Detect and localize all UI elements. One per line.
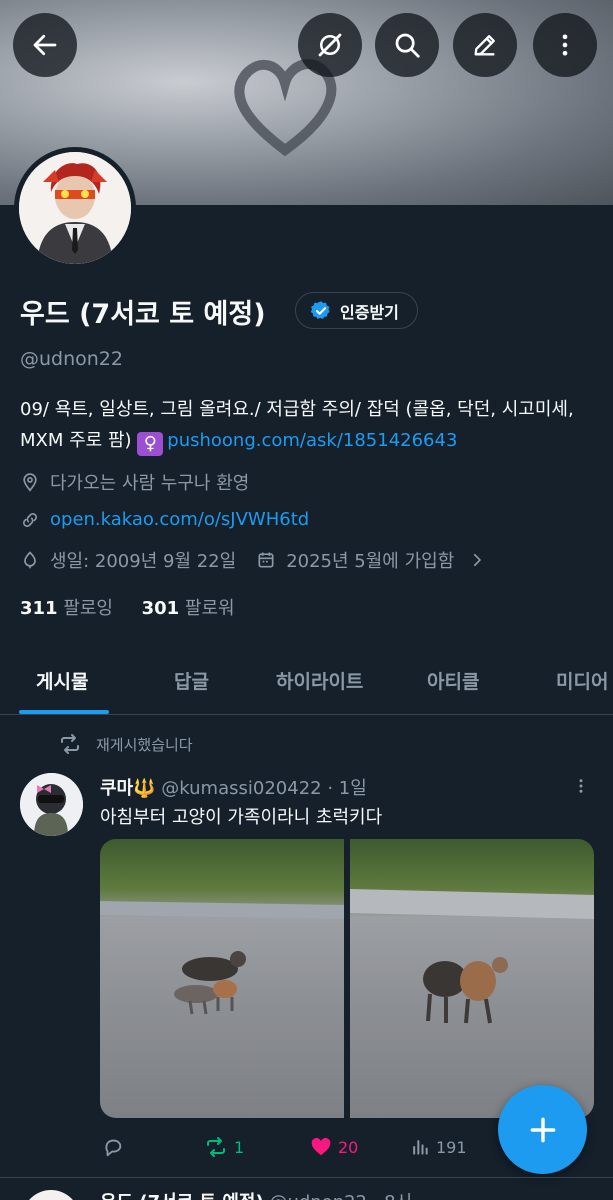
get-verified-label: 인증받기: [340, 302, 399, 322]
female-symbol-icon: ♀: [137, 432, 164, 456]
cat-photo-2[interactable]: [350, 839, 594, 1118]
follow-stats: 311 팔로잉 301 팔로워: [20, 594, 235, 620]
post-media[interactable]: [100, 839, 594, 1118]
retweet-button[interactable]: 1: [204, 1133, 244, 1161]
bio-link[interactable]: pushoong.com/ask/1851426643: [167, 430, 457, 451]
link-icon: [23, 512, 37, 527]
birthday-text: 생일: 2009년 9월 22일: [50, 551, 237, 572]
tab-posts[interactable]: 게시물: [36, 667, 88, 694]
location-icon: [23, 473, 37, 492]
tab-media[interactable]: 미디어: [556, 667, 608, 694]
post-more-button[interactable]: [572, 776, 590, 800]
tab-replies[interactable]: 답글: [174, 667, 209, 694]
views-count: 191: [436, 1137, 467, 1157]
more-icon: [562, 34, 568, 56]
followers-label: 팔로워: [184, 598, 235, 619]
calendar-icon: [258, 552, 274, 568]
next-post-author[interactable]: 우드 (7서코 토 예정): [100, 1192, 264, 1200]
post-text: 아침부터 고양이 가족이라니 초럭키다: [100, 807, 383, 828]
profile-bio: 09/ 욕트, 일상트, 그림 올려요./ 저급함 주의/ 잡덕 (콜옵, 닥던…: [20, 394, 600, 456]
followers-link[interactable]: 301 팔로워: [142, 598, 235, 619]
edit-button[interactable]: [453, 13, 517, 77]
repost-indicator: 재게시했습니다: [58, 732, 193, 756]
chevron-right-icon[interactable]: [468, 551, 486, 569]
search-icon: [395, 33, 420, 58]
like-button[interactable]: 20: [310, 1133, 358, 1161]
edit-icon: [474, 35, 495, 56]
back-icon: [33, 34, 57, 56]
views-button[interactable]: 191: [410, 1133, 467, 1161]
grok-icon: [318, 33, 342, 57]
birthday-join-row: 생일: 2009년 9월 22일 2025년 5월에 가입함: [20, 547, 486, 573]
tab-highlights[interactable]: 하이라이트: [276, 667, 363, 694]
retweet-icon: [207, 1137, 225, 1157]
joined-text: 2025년 5월에 가입함: [286, 551, 455, 572]
more-icon: [579, 779, 583, 793]
compose-post-button[interactable]: [498, 1085, 587, 1174]
tab-articles[interactable]: 아티클: [427, 667, 479, 694]
birthday-icon: [24, 551, 36, 569]
followers-count: 301: [141, 598, 180, 619]
verified-icon: [310, 300, 330, 319]
website-link[interactable]: open.kakao.com/o/sJVWH6td: [50, 509, 309, 530]
back-button[interactable]: [13, 13, 77, 77]
profile-tabs: 게시물 답글 하이라이트 아티클 미디어: [0, 652, 613, 715]
more-options-button[interactable]: [533, 13, 597, 77]
post-avatar-illustration: [20, 773, 83, 836]
cats-illustration-2: [350, 889, 594, 1024]
active-tab-indicator: [19, 710, 109, 714]
following-count: 311: [20, 598, 58, 619]
cats-illustration-1: [100, 901, 344, 1015]
following-label: 팔로잉: [63, 598, 113, 619]
repost-label: 재게시했습니다: [96, 735, 193, 754]
search-button[interactable]: [375, 13, 439, 77]
post-author-name[interactable]: 쿠마🔱: [100, 778, 156, 799]
avatar-illustration: [19, 152, 131, 264]
like-count: 20: [338, 1137, 359, 1157]
location-row: 다가오는 사람 누구나 환영: [20, 469, 249, 495]
profile-avatar[interactable]: [14, 147, 136, 269]
cat-photo-1[interactable]: [100, 839, 344, 1118]
next-post-header: 우드 (7서코 토 예정) @udnon22 · 8시: [100, 1188, 412, 1200]
reply-icon: [105, 1139, 122, 1157]
post-divider: [0, 1177, 613, 1178]
grok-button[interactable]: [298, 13, 362, 77]
display-name: 우드 (7서코 토 예정): [20, 299, 266, 330]
profile-handle: @udnon22: [20, 348, 123, 370]
website-row[interactable]: open.kakao.com/o/sJVWH6td: [20, 509, 309, 530]
next-post-handle[interactable]: @udnon22 · 8시: [269, 1192, 412, 1200]
following-link[interactable]: 311 팔로잉: [20, 598, 113, 619]
next-post-avatar[interactable]: [22, 1190, 80, 1200]
plus-icon: [530, 1117, 555, 1142]
post-time: · 1일: [327, 778, 367, 799]
views-icon: [413, 1140, 428, 1155]
retweet-count: 1: [234, 1137, 245, 1157]
repost-icon: [61, 734, 79, 754]
reply-button[interactable]: [102, 1133, 124, 1161]
location-text: 다가오는 사람 누구나 환영: [50, 473, 250, 494]
like-icon: [311, 1137, 331, 1156]
post-author-handle[interactable]: @kumassi020422: [161, 778, 321, 799]
post-header: 쿠마🔱 @kumassi020422 · 1일: [100, 774, 367, 800]
post-author-avatar[interactable]: [20, 773, 83, 836]
get-verified-button[interactable]: 인증받기: [295, 292, 418, 329]
